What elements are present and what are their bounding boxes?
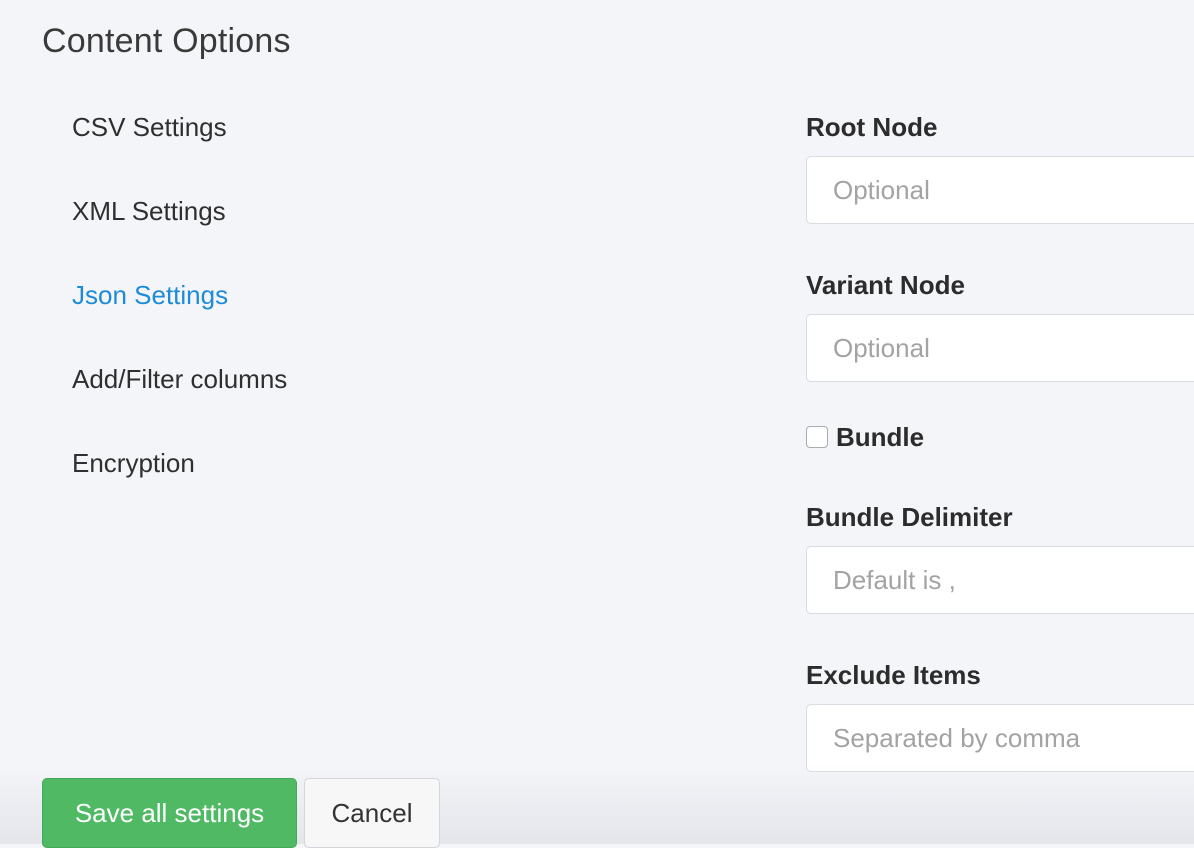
bundle-checkbox-row[interactable]: Bundle	[806, 418, 1194, 456]
variant-node-input[interactable]	[806, 314, 1194, 382]
nav-item-add-filter-columns[interactable]: Add/Filter columns	[72, 360, 432, 444]
variant-node-label: Variant Node	[806, 270, 965, 300]
nav-item-xml-settings[interactable]: XML Settings	[72, 192, 432, 276]
bundle-checkbox[interactable]	[806, 426, 828, 448]
root-node-input[interactable]	[806, 156, 1194, 224]
exclude-items-input[interactable]	[806, 704, 1194, 772]
page-title: Content Options	[42, 22, 291, 60]
exclude-items-group: Exclude Items	[806, 656, 1194, 772]
bundle-delimiter-input[interactable]	[806, 546, 1194, 614]
json-settings-form: Root Node Variant Node Bundle Bundle Del…	[806, 108, 1194, 814]
nav-item-encryption[interactable]: Encryption	[72, 444, 432, 528]
bundle-checkbox-label[interactable]: Bundle	[836, 422, 924, 453]
cancel-button[interactable]: Cancel	[304, 778, 440, 848]
settings-nav: CSV Settings XML Settings Json Settings …	[72, 108, 432, 528]
bundle-delimiter-group: Bundle Delimiter	[806, 498, 1194, 614]
variant-node-group: Variant Node	[806, 266, 1194, 382]
root-node-label: Root Node	[806, 112, 938, 142]
bundle-delimiter-label: Bundle Delimiter	[806, 502, 1013, 532]
save-all-settings-button[interactable]: Save all settings	[42, 778, 297, 848]
root-node-group: Root Node	[806, 108, 1194, 224]
nav-item-json-settings[interactable]: Json Settings	[72, 276, 432, 360]
exclude-items-label: Exclude Items	[806, 660, 981, 690]
nav-item-csv-settings[interactable]: CSV Settings	[72, 108, 432, 192]
